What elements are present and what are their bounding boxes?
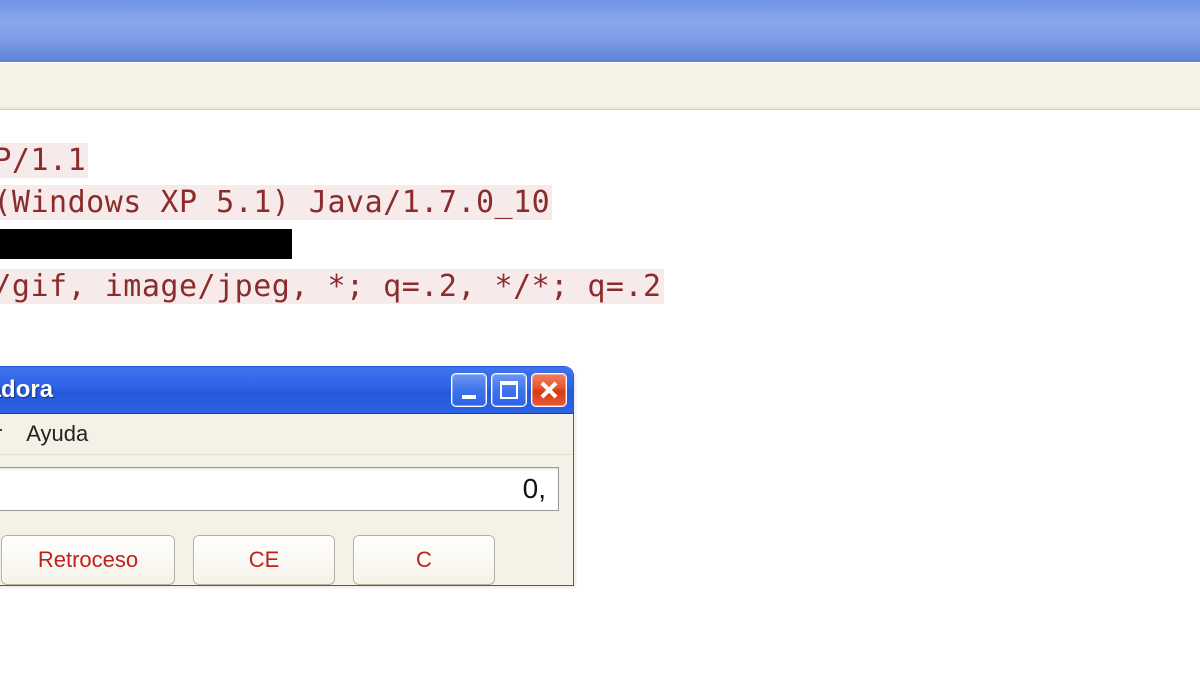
calculator-title: alculadora — [0, 376, 53, 404]
background-window-toolbar — [0, 62, 1200, 110]
calculator-display: 0, — [0, 467, 559, 511]
http-line-1: ke HTTP/1.1 — [0, 143, 88, 178]
menu-item-help[interactable]: Ayuda — [26, 421, 88, 447]
minimize-icon — [462, 395, 476, 399]
http-line-4: image/gif, image/jpeg, *; q=.2, */*; q=.… — [0, 269, 664, 304]
maximize-button[interactable] — [491, 373, 527, 407]
menu-item-view[interactable]: Ver — [0, 421, 2, 447]
backspace-button[interactable]: Retroceso — [1, 535, 175, 585]
calculator-display-value: 0, — [523, 473, 546, 505]
minimize-button[interactable] — [451, 373, 487, 407]
close-button[interactable] — [531, 373, 567, 407]
calculator-menubar: n Ver Ayuda — [0, 414, 573, 455]
redacted-host-bar — [0, 229, 292, 259]
background-window-titlebar — [0, 0, 1200, 63]
http-line-2: a/4.0 (Windows XP 5.1) Java/1.7.0_10 — [0, 185, 552, 220]
calculator-display-row: 0, — [0, 455, 573, 521]
calculator-top-button-row: Retroceso CE C — [0, 521, 573, 585]
maximize-icon — [500, 381, 518, 399]
calculator-titlebar[interactable]: alculadora — [0, 367, 573, 414]
clear-entry-button[interactable]: CE — [193, 535, 335, 585]
clear-button[interactable]: C — [353, 535, 495, 585]
calculator-window: alculadora n Ver Ayuda 0, Retroceso CE C — [0, 366, 574, 586]
